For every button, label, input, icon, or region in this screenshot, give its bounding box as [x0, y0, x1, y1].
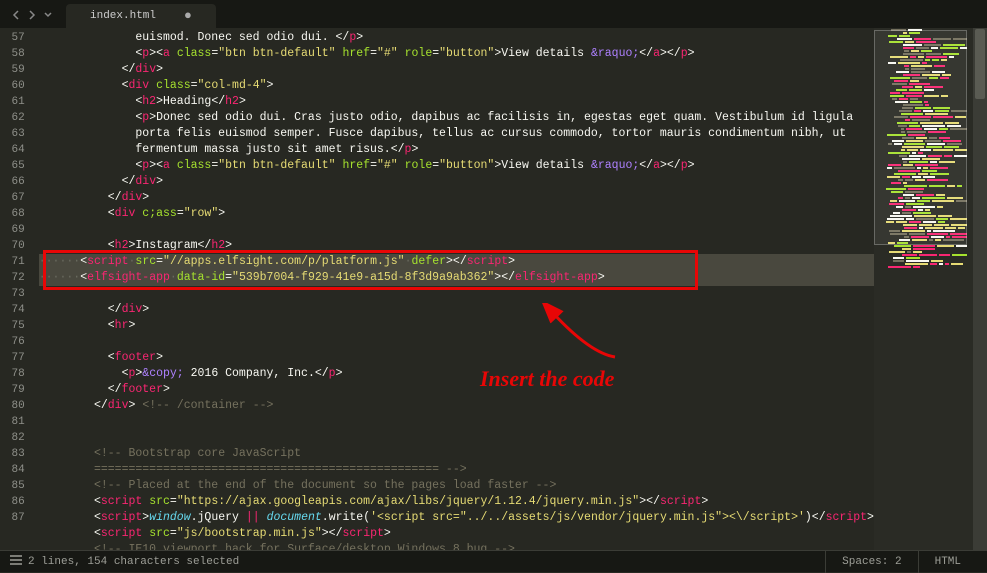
status-indent[interactable]: Spaces: 2 — [825, 551, 917, 573]
status-right: Spaces: 2 HTML — [825, 551, 977, 573]
code-line[interactable]: <footer> — [39, 350, 874, 366]
code-line[interactable]: <!-- Bootstrap core JavaScript — [39, 446, 874, 462]
menu-icon[interactable] — [10, 555, 22, 569]
code-line[interactable]: <hr> — [39, 318, 874, 334]
code-line[interactable]: ========================================… — [39, 462, 874, 478]
scrollbar-track[interactable] — [973, 28, 987, 550]
code-line[interactable]: <div c;ass="row"> — [39, 206, 874, 222]
tab-bar: index.html ● — [0, 0, 987, 28]
code-line[interactable]: <script src="js/bootstrap.min.js"></scri… — [39, 526, 874, 542]
code-line[interactable]: </div> <!-- /container --> — [39, 398, 874, 414]
code-line[interactable]: ······<script·src="//apps.elfsight.com/p… — [39, 254, 874, 270]
code-line[interactable]: <h2>Heading</h2> — [39, 94, 874, 110]
code-line[interactable] — [39, 286, 874, 302]
code-line[interactable]: <p><a class="btn btn-default" href="#" r… — [39, 46, 874, 62]
code-line[interactable]: <p><a class="btn btn-default" href="#" r… — [39, 158, 874, 174]
code-line[interactable]: <p>Donec sed odio dui. Cras justo odio, … — [39, 110, 874, 126]
code-line[interactable]: </div> — [39, 190, 874, 206]
line-number-gutter: 5758596061626364656667686970717273747576… — [0, 28, 39, 550]
code-line[interactable]: euismod. Donec sed odio dui. </p> — [39, 30, 874, 46]
status-selection: 2 lines, 154 characters selected — [28, 556, 239, 568]
code-line[interactable]: <div class="col-md-4"> — [39, 78, 874, 94]
code-line[interactable]: </div> — [39, 174, 874, 190]
nav-back-icon[interactable] — [12, 10, 20, 24]
code-line[interactable]: </div> — [39, 62, 874, 78]
nav-dropdown-icon[interactable] — [44, 10, 52, 24]
code-line[interactable]: <p>&copy; 2016 Company, Inc.</p> — [39, 366, 874, 382]
code-line[interactable]: </footer> — [39, 382, 874, 398]
code-line[interactable]: </div> — [39, 302, 874, 318]
nav-forward-icon[interactable] — [28, 10, 36, 24]
code-line[interactable]: ······<elfsight-app·data-id="539b7004-f9… — [39, 270, 874, 286]
code-line[interactable]: <h2>Instagram</h2> — [39, 238, 874, 254]
editor: 5758596061626364656667686970717273747576… — [0, 28, 987, 550]
code-line[interactable]: <script>window.jQuery || document.write(… — [39, 510, 874, 526]
nav-arrows — [4, 6, 60, 28]
status-syntax[interactable]: HTML — [918, 551, 977, 573]
code-line[interactable] — [39, 414, 874, 430]
scrollbar-thumb[interactable] — [975, 29, 985, 99]
code-line[interactable]: fermentum massa justo sit amet risus.</p… — [39, 142, 874, 158]
minimap-viewport[interactable] — [874, 30, 967, 245]
tab-filename: index.html — [90, 10, 156, 22]
code-line[interactable] — [39, 334, 874, 350]
code-line[interactable]: <!-- Placed at the end of the document s… — [39, 478, 874, 494]
minimap[interactable] — [874, 28, 973, 550]
code-line[interactable] — [39, 222, 874, 238]
code-line[interactable]: <script src="https://ajax.googleapis.com… — [39, 494, 874, 510]
code-line[interactable]: porta felis euismod semper. Fusce dapibu… — [39, 126, 874, 142]
code-area[interactable]: euismod. Donec sed odio dui. </p> <p><a … — [39, 28, 874, 550]
status-bar: 2 lines, 154 characters selected Spaces:… — [0, 550, 987, 572]
code-line[interactable] — [39, 430, 874, 446]
tab-index-html[interactable]: index.html ● — [66, 4, 216, 28]
